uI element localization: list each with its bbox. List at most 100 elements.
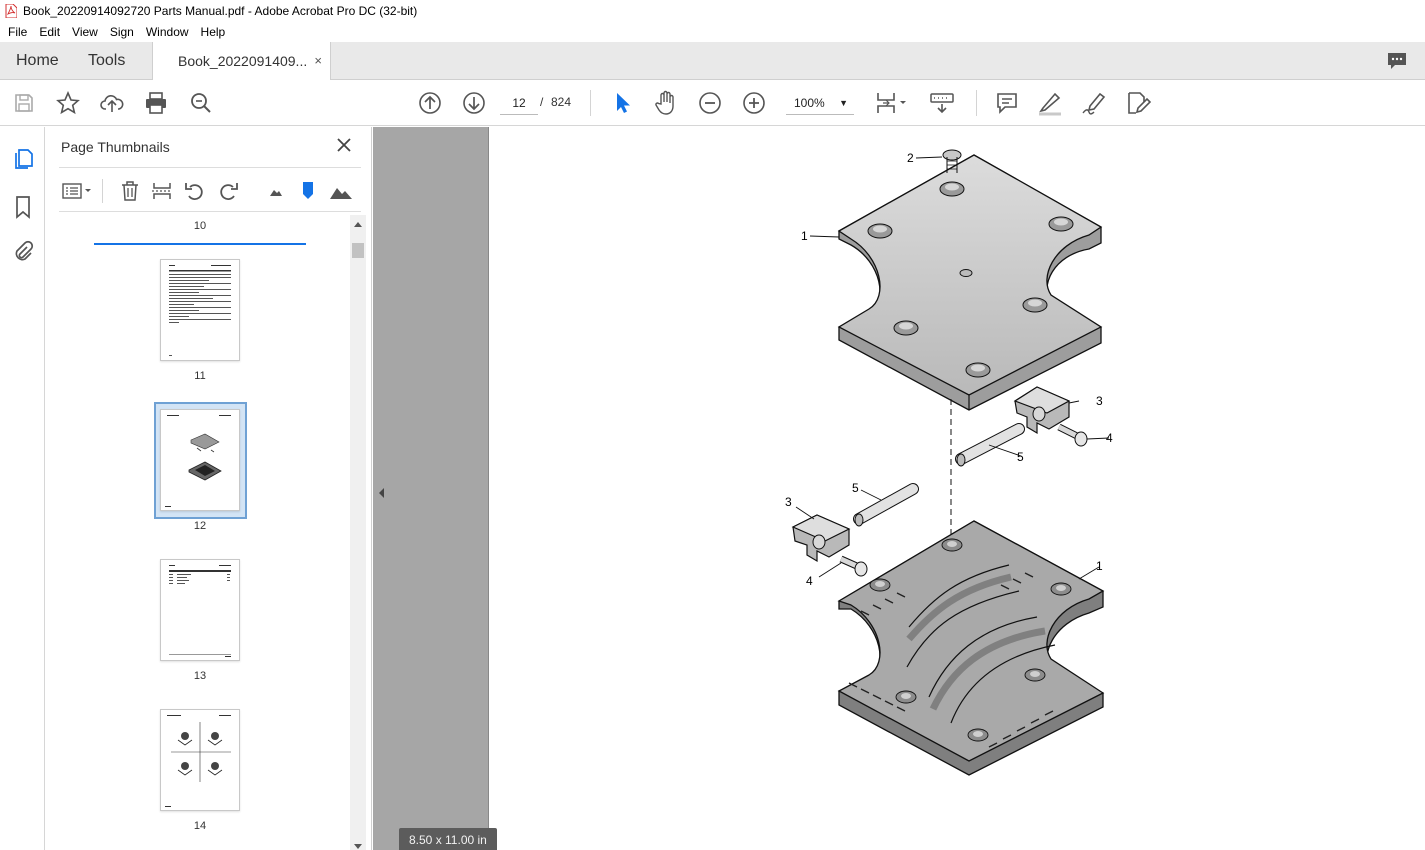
collapse-panel-arrow-icon[interactable] bbox=[377, 487, 385, 499]
panel-divider bbox=[59, 167, 361, 168]
scroll-down-icon[interactable] bbox=[354, 844, 362, 850]
menu-sign[interactable]: Sign bbox=[104, 25, 140, 39]
pin-left bbox=[853, 483, 919, 527]
panel-title: Page Thumbnails bbox=[61, 139, 170, 155]
thumbnail-toolbar bbox=[59, 177, 361, 205]
menu-bar: File Edit View Sign Window Help bbox=[0, 22, 1425, 42]
thumbnail-page-11[interactable] bbox=[160, 259, 240, 361]
highlight-pen-icon[interactable] bbox=[1037, 90, 1063, 116]
scroll-up-icon[interactable] bbox=[354, 221, 362, 227]
comment-icon[interactable] bbox=[994, 90, 1020, 116]
extract-page-icon[interactable] bbox=[150, 179, 174, 203]
menu-view[interactable]: View bbox=[66, 25, 104, 39]
cloud-upload-icon[interactable] bbox=[99, 90, 125, 116]
previous-page-icon[interactable] bbox=[417, 90, 443, 116]
toolbar-divider bbox=[590, 90, 591, 116]
thumbnail-options-icon[interactable] bbox=[61, 179, 95, 203]
pin-right bbox=[955, 423, 1025, 467]
draw-sign-icon[interactable] bbox=[1081, 90, 1107, 116]
bookmark-star-icon[interactable] bbox=[55, 90, 81, 116]
callout-2: 2 bbox=[907, 151, 914, 165]
cover-plate-top bbox=[837, 154, 1103, 411]
scrollbar-thumb[interactable] bbox=[352, 243, 364, 258]
menu-edit[interactable]: Edit bbox=[33, 25, 66, 39]
hand-pan-icon[interactable] bbox=[653, 90, 679, 116]
tab-tools[interactable]: Tools bbox=[88, 42, 125, 80]
zoom-in-icon[interactable] bbox=[741, 90, 767, 116]
thumbnail-label-13: 13 bbox=[193, 670, 207, 682]
attachment-paperclip-icon[interactable] bbox=[11, 240, 35, 264]
thumbnail-preview-12 bbox=[165, 415, 231, 507]
bookmark-icon[interactable] bbox=[11, 195, 35, 219]
zoom-search-icon[interactable] bbox=[188, 90, 214, 116]
zoom-level-select[interactable]: 100% ▼ bbox=[786, 91, 854, 115]
tab-home[interactable]: Home bbox=[16, 42, 59, 80]
thumbnail-label-10: 10 bbox=[193, 220, 207, 232]
zoom-out-icon[interactable] bbox=[697, 90, 723, 116]
page-total: 824 bbox=[551, 95, 572, 109]
menu-help[interactable]: Help bbox=[195, 25, 232, 39]
thumbnail-larger-icon[interactable] bbox=[329, 179, 353, 203]
tab-document[interactable]: Book_2022091409... × bbox=[152, 42, 331, 81]
main-toolbar: 12 / 824 100% ▼ bbox=[0, 80, 1425, 126]
clamp-block-left bbox=[791, 514, 851, 563]
page-display-icon[interactable] bbox=[874, 90, 910, 116]
select-pointer-icon[interactable] bbox=[609, 90, 635, 116]
page-separator: / bbox=[540, 95, 544, 109]
toolbar-divider bbox=[976, 90, 977, 116]
keyboard-input-icon[interactable] bbox=[929, 90, 955, 116]
thumbnail-list: 10 11 12 13 14 bbox=[45, 215, 350, 850]
rotate-right-icon[interactable] bbox=[216, 179, 240, 203]
base-plate-bottom bbox=[837, 520, 1105, 776]
panel-divider bbox=[59, 211, 361, 212]
page-thumbnails-panel: Page Thumbnails 10 11 12 13 14 bbox=[45, 127, 372, 850]
next-page-icon[interactable] bbox=[461, 90, 487, 116]
pdf-page: 2 1 3 4 5 5 3 4 1 bbox=[488, 127, 1425, 850]
thumbnail-label-11: 11 bbox=[194, 370, 206, 382]
callout-3-left: 3 bbox=[785, 495, 792, 509]
menu-file[interactable]: File bbox=[2, 25, 33, 39]
print-icon[interactable] bbox=[143, 90, 169, 116]
edit-pdf-icon[interactable] bbox=[1125, 90, 1151, 116]
page-number-input[interactable]: 12 bbox=[500, 91, 538, 115]
callout-5-right: 5 bbox=[1017, 450, 1024, 464]
left-navigation-rail bbox=[0, 127, 45, 850]
menu-window[interactable]: Window bbox=[140, 25, 195, 39]
thumbnail-preview-13 bbox=[169, 565, 231, 657]
callout-1-top: 1 bbox=[801, 229, 808, 243]
thumbnail-preview-11 bbox=[169, 265, 231, 356]
tab-bar: Home Tools Book_2022091409... × bbox=[0, 42, 1425, 81]
callout-4-left: 4 bbox=[806, 574, 813, 588]
tab-document-label: Book_2022091409... bbox=[178, 53, 308, 69]
thumbnail-drop-indicator bbox=[94, 243, 306, 245]
zoom-dropdown-icon: ▼ bbox=[839, 98, 848, 108]
thumbnail-smaller-icon[interactable] bbox=[264, 179, 288, 203]
zoom-level-value: 100% bbox=[794, 96, 825, 110]
callout-5-left: 5 bbox=[852, 481, 859, 495]
thumbnail-label-14: 14 bbox=[193, 820, 207, 832]
callout-3-right: 3 bbox=[1096, 394, 1103, 408]
comment-bubble-icon[interactable] bbox=[1387, 52, 1407, 70]
thumbnail-page-12[interactable] bbox=[160, 409, 240, 511]
exploded-parts-drawing: 2 1 3 4 5 5 3 4 1 bbox=[785, 149, 1113, 776]
bolt-left bbox=[839, 555, 868, 577]
acrobat-pdf-icon bbox=[5, 4, 17, 18]
delete-page-icon[interactable] bbox=[118, 179, 142, 203]
save-icon[interactable] bbox=[11, 90, 37, 116]
marker-bookmark-icon[interactable] bbox=[296, 179, 320, 203]
bolt-right bbox=[1057, 423, 1088, 447]
callout-1-bottom: 1 bbox=[1096, 559, 1103, 573]
window-titlebar: Book_20220914092720 Parts Manual.pdf - A… bbox=[0, 0, 1425, 22]
close-panel-icon[interactable] bbox=[336, 137, 352, 153]
page-size-indicator: 8.50 x 11.00 in bbox=[399, 828, 497, 850]
rotate-left-icon[interactable] bbox=[183, 179, 207, 203]
tab-close-icon[interactable]: × bbox=[314, 42, 322, 80]
page-thumbnails-icon[interactable] bbox=[11, 147, 35, 171]
thumbnail-label-12: 12 bbox=[193, 520, 207, 532]
thumbnail-page-13[interactable] bbox=[160, 559, 240, 661]
thumbnail-preview-14 bbox=[165, 715, 231, 807]
toolbar-divider bbox=[102, 179, 103, 203]
thumbnail-page-14[interactable] bbox=[160, 709, 240, 811]
document-viewport: 2 1 3 4 5 5 3 4 1 8.50 x 11.00 in bbox=[373, 127, 1425, 850]
thumbnail-scrollbar[interactable] bbox=[350, 215, 366, 850]
